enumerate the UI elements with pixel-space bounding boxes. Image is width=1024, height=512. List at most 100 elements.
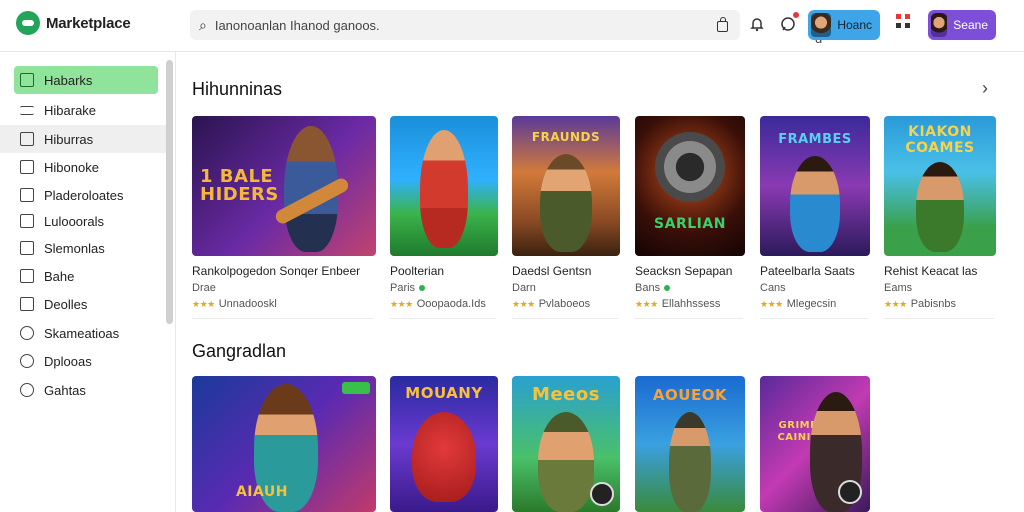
top-bar: Marketplace ⌕ Q d Hoanc Seane xyxy=(0,0,1024,52)
card-divider xyxy=(760,318,868,319)
game-publisher: Eams xyxy=(884,282,913,294)
character-figure xyxy=(420,130,468,248)
game-art-title: 1 BALE HIDERS xyxy=(200,166,279,205)
game-publisher: Paris xyxy=(390,282,426,294)
game-art-title: MOUANY xyxy=(405,384,483,402)
chat-icon[interactable] xyxy=(778,12,799,34)
apps-grid-icon[interactable] xyxy=(896,14,914,32)
star-rating-icon: ★★★ xyxy=(192,299,215,309)
search-input[interactable] xyxy=(214,17,595,33)
game-card[interactable]: AOUEOK xyxy=(635,376,745,512)
character-figure xyxy=(916,162,964,252)
shopping-bag-icon[interactable] xyxy=(713,15,733,35)
sidebar-item-gahtas[interactable]: Gahtas xyxy=(14,376,158,404)
game-rating: ★★★ Pvlaboeos xyxy=(512,298,591,310)
card-divider xyxy=(390,318,496,319)
list-icon xyxy=(20,105,34,115)
sidebar-item-label: Bahe xyxy=(44,268,75,284)
game-art-title: AIAUH xyxy=(235,484,289,500)
star-rating-icon: ★★★ xyxy=(884,299,907,309)
game-card[interactable]: FRAMBES Pateelbarla Saats Cans ★★★ Mlegec… xyxy=(760,116,870,322)
game-thumbnail: AIAUH xyxy=(192,376,376,512)
game-card[interactable]: FRAUNDS Daedsl Gentsn Darn ★★★ Pvlaboeos xyxy=(512,116,620,322)
game-rating: ★★★ Pabisnbs xyxy=(884,298,956,310)
sidebar-item-label: Habarks xyxy=(44,72,93,88)
sidebar-item-label: Lulooorals xyxy=(44,213,104,229)
game-card[interactable]: Meeos xyxy=(512,376,620,512)
sidebar-item-label: Deolles xyxy=(44,296,88,312)
sidebar-item-hiburras[interactable]: Hiburras xyxy=(0,125,166,153)
game-card[interactable]: Poolterian Paris ★★★ Ooopaoda.Ids xyxy=(390,116,498,322)
file-icon xyxy=(20,297,34,311)
sidebar-item-label: Skameatioas xyxy=(44,325,120,341)
settings-icon xyxy=(20,326,34,340)
game-rating: ★★★ Mlegecsin xyxy=(760,298,837,310)
game-card[interactable]: AIAUH xyxy=(192,376,376,512)
sidebar-scrollbar[interactable] xyxy=(166,60,173,324)
game-publisher: Bans xyxy=(635,282,671,294)
document-icon xyxy=(20,188,34,202)
helmet-shape xyxy=(655,132,725,202)
image-icon xyxy=(20,269,34,283)
avatar xyxy=(811,13,832,37)
sidebar-item-skameatioas[interactable]: Skameatioas xyxy=(14,319,158,347)
game-thumbnail: Meeos xyxy=(512,376,620,512)
game-title: Daedsl Gentsn xyxy=(512,264,592,278)
sidebar-item-deolles[interactable]: Deolles xyxy=(14,290,158,318)
game-card[interactable]: 1 BALE HIDERS Rankolpogedon Sonqer Enbee… xyxy=(192,116,376,322)
card-divider xyxy=(192,318,374,319)
game-thumbnail: FRAMBES xyxy=(760,116,870,256)
logo-icon xyxy=(16,11,40,35)
sidebar-item-hibonoke[interactable]: Hibonoke xyxy=(14,153,158,181)
gear-icon xyxy=(838,480,862,504)
sidebar-item-pladeroloates[interactable]: Pladeroloates xyxy=(14,181,158,209)
verified-icon xyxy=(664,285,671,292)
character-figure xyxy=(412,412,476,502)
bell-icon[interactable] xyxy=(747,14,767,34)
sidebar-item-bahe[interactable]: Bahe xyxy=(14,262,158,290)
game-title: Seacksn Sepapan xyxy=(635,264,733,278)
sidebar-item-label: Hibarake xyxy=(44,102,97,118)
game-thumbnail: FRAUNDS xyxy=(512,116,620,256)
user-chip-secondary[interactable]: Seane xyxy=(928,10,996,40)
card-divider xyxy=(635,318,743,319)
sidebar-item-label: Hiburras xyxy=(44,131,94,147)
game-thumbnail: 1 BALE HIDERS xyxy=(192,116,376,256)
sidebar-item-habarks[interactable]: Habarks xyxy=(14,66,158,94)
game-card[interactable]: KIAKON COAMES Rehist Keacat las Eams ★★★… xyxy=(884,116,996,322)
game-title: Pateelbarla Saats xyxy=(760,264,855,278)
game-card[interactable]: SARLIAN Seacksn Sepapan Bans ★★★ Ellahhss… xyxy=(635,116,745,322)
game-art-title: FRAUNDS xyxy=(531,130,601,144)
sidebar-item-slemonlas[interactable]: Slemonlas xyxy=(14,234,158,262)
card-divider xyxy=(884,318,994,319)
avatar xyxy=(931,13,948,37)
game-card[interactable]: GRIME CAINIS xyxy=(760,376,870,512)
sidebar-item-lulooorals[interactable]: Lulooorals xyxy=(14,207,158,235)
section-title: Hihunninas xyxy=(192,79,283,99)
character-figure xyxy=(538,412,594,512)
app-logo[interactable]: Marketplace xyxy=(16,11,131,35)
user-chip-primary[interactable]: Hoanc xyxy=(808,10,880,40)
game-card[interactable]: MOUANY xyxy=(390,376,498,512)
game-thumbnail xyxy=(390,116,498,256)
sidebar-item-dplooas[interactable]: Dplooas xyxy=(14,347,158,375)
game-publisher: Drae xyxy=(192,282,216,294)
sidebar-item-label: Hibonoke xyxy=(44,159,99,175)
game-art-title: Meeos xyxy=(532,384,600,405)
user-chip-label: Hoanc xyxy=(837,18,872,32)
game-publisher: Cans xyxy=(760,282,786,294)
sidebar-item-hibarake[interactable]: Hibarake xyxy=(14,96,158,124)
card-divider xyxy=(512,318,618,319)
game-art-title: SARLIAN xyxy=(654,216,726,232)
game-rating: ★★★ Unnadooskl xyxy=(192,298,277,310)
game-art-title: KIAKON COAMES xyxy=(905,124,975,156)
game-art-title: FRAMBES xyxy=(778,132,852,147)
lock-icon xyxy=(20,241,34,255)
search-bar[interactable]: ⌕ Q d xyxy=(190,10,825,46)
game-thumbnail: KIAKON COAMES xyxy=(884,116,996,256)
verified-icon xyxy=(419,285,426,292)
chevron-right-icon[interactable]: › xyxy=(982,78,988,99)
star-rating-icon: ★★★ xyxy=(390,299,413,309)
game-thumbnail: SARLIAN xyxy=(635,116,745,256)
star-rating-icon: ★★★ xyxy=(635,299,658,309)
